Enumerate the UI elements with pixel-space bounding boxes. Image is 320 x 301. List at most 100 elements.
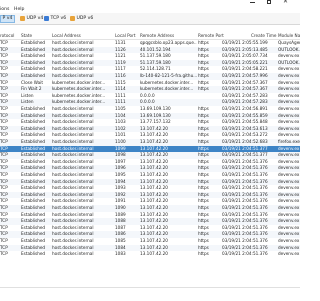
table-row[interactable]: TCP Listen kubernetes.docker.inter... 1111 0… — [0, 93, 300, 100]
table-row[interactable]: TCP Established host.docker.internal 1093 13… — [0, 185, 300, 192]
table-row[interactable]: TCP Established host.docker.internal 1131 qp… — [0, 40, 300, 47]
cell-protocol: TCP — [0, 178, 8, 184]
cell-remote-port: https — [198, 244, 209, 250]
cell-state: Established — [21, 165, 46, 171]
table-row[interactable]: TCP Established host.docker.internal 1102 13… — [0, 125, 300, 133]
table-row[interactable]: TCP Established host.docker.internal 1086 13… — [0, 231, 300, 238]
cell-remote-address: kubernetes.docker.inter... — [140, 79, 194, 85]
table-row[interactable]: TCP Established host.docker.internal 1098 13… — [0, 152, 300, 159]
cell-remote-address: 51.137.59.180 — [140, 53, 171, 59]
tcp4-filter-button[interactable]: P v4 — [0, 14, 15, 23]
table-row[interactable]: TCP Established host.docker.internal 1083 13… — [0, 251, 300, 258]
cell-local-port: 1096 — [115, 165, 126, 171]
cell-local-port: 1126 — [115, 46, 126, 52]
table-row[interactable]: TCP Established host.docker.internal 1084 13… — [0, 244, 300, 252]
cell-state: Fin Wait 2 — [21, 86, 42, 92]
cell-remote-address: 13.107.42.20 — [140, 238, 168, 243]
table-row[interactable]: TCP Established host.docker.internal 1100 13… — [0, 139, 300, 146]
cell-state: Established — [21, 198, 46, 204]
cell-remote-port: https — [198, 119, 209, 125]
table-row[interactable]: TCP Established host.docker.internal 1095 13… — [0, 172, 300, 179]
cell-remote-port: https — [198, 132, 209, 138]
table-row[interactable]: TCP Established host.docker.internal 1105 13… — [0, 106, 300, 113]
cell-state: Established — [21, 244, 46, 250]
cell-remote-port: https — [198, 191, 209, 197]
column-header-remote-address[interactable]: Remote Address — [140, 33, 174, 39]
udp6-filter-button[interactable]: UDP v6 — [70, 15, 93, 23]
table-row[interactable]: TCP Close Wait kubernetes.docker.inter... 1… — [0, 80, 300, 87]
cell-create-time: 03/19/21 2:05:13.485 — [222, 46, 268, 52]
tcp6-filter-button[interactable]: TCP v6 — [44, 15, 66, 23]
table-row[interactable]: TCP Established host.docker.internal 1119 51… — [0, 59, 300, 67]
cell-state: Established — [21, 158, 46, 164]
table-row[interactable]: TCP Established host.docker.internal 1087 13… — [0, 225, 300, 232]
cell-protocol: TCP — [0, 59, 8, 65]
table-row[interactable]: TCP Established host.docker.internal 1090 13… — [0, 205, 300, 212]
cell-remote-port: https — [198, 198, 209, 204]
cell-create-time: 03/19/21 2:04:55.848 — [222, 119, 268, 125]
column-header-create-time[interactable]: Create Time — [251, 33, 277, 39]
cell-local-address: host.docker.internal — [52, 40, 94, 45]
cell-local-port: 1097 — [115, 158, 126, 164]
maximize-button[interactable] — [267, 0, 271, 4]
cell-protocol: TCP — [0, 218, 8, 224]
table-row[interactable]: TCP Established host.docker.internal 1121 51… — [0, 53, 300, 60]
cell-protocol: TCP — [0, 244, 8, 250]
column-header-state[interactable]: State — [21, 33, 32, 39]
menu-bar: ions Help — [0, 6, 300, 13]
column-header-local-port[interactable]: Local Port — [115, 33, 136, 39]
column-header-local-address[interactable]: Local Address — [52, 33, 81, 39]
cell-state: Established — [21, 132, 46, 138]
cell-local-address: host.docker.internal — [52, 231, 94, 237]
menu-options[interactable]: ions — [0, 6, 9, 13]
table-row[interactable]: TCP Established host.docker.internal 1085 13… — [0, 238, 300, 245]
cell-local-port: 1091 — [115, 198, 126, 204]
column-header-module-name[interactable]: Module Na — [278, 33, 300, 39]
cell-local-address: host.docker.internal — [52, 172, 94, 177]
table-row[interactable]: TCP Established host.docker.internal 1089 13… — [0, 212, 300, 219]
table-row[interactable]: TCP Established host.docker.internal 1096 13… — [0, 165, 300, 172]
cell-remote-port: https — [198, 46, 209, 52]
table-row[interactable]: TCP Established host.docker.internal 1092 13… — [0, 191, 300, 199]
table-row[interactable]: TCP Established host.docker.internal 1101 13… — [0, 132, 300, 139]
cell-module-name: devenv.ex — [278, 198, 300, 204]
cell-remote-address: 13.107.42.20 — [140, 231, 168, 237]
cell-remote-port: https — [198, 205, 209, 210]
cell-create-time: 03/19/21 2:04:51.376 — [222, 158, 268, 164]
cell-remote-address: 13.107.42.20 — [140, 165, 168, 171]
table-row[interactable]: TCP Established host.docker.internal 1088 13… — [0, 218, 300, 225]
table-row[interactable]: TCP Established host.docker.internal 1116 lb… — [0, 73, 300, 80]
cell-local-address: host.docker.internal — [52, 238, 94, 243]
table-row[interactable]: TCP Established host.docker.internal 1126 40… — [0, 46, 300, 54]
table-row[interactable]: TCP Established host.docker.internal 1099 13… — [0, 145, 300, 153]
cell-protocol: TCP — [0, 198, 8, 204]
table-row[interactable]: TCP Established host.docker.internal 1117 52… — [0, 66, 300, 73]
table-row[interactable]: TCP Established host.docker.internal 1094 13… — [0, 178, 300, 186]
cell-create-time: 03/19/21 2:04:51.376 — [222, 191, 268, 197]
close-button[interactable]: ✕ — [283, 0, 288, 5]
table-row[interactable]: TCP Fin Wait 2 kubernetes.docker.inter... 1… — [0, 86, 300, 93]
table-row[interactable]: TCP Established host.docker.internal 1104 13… — [0, 112, 300, 120]
cell-local-port: 1116 — [115, 73, 126, 78]
column-header-remote-port[interactable]: Remote Port — [198, 33, 224, 39]
cell-local-address: host.docker.internal — [52, 66, 94, 72]
cell-remote-port: https — [198, 211, 209, 217]
cell-local-port: 1111 — [115, 99, 126, 105]
cell-remote-address: 13.107.42.20 — [140, 178, 168, 184]
table-row[interactable]: TCP Established host.docker.internal 1103 13… — [0, 119, 300, 126]
tcp4-label: P v4 — [2, 16, 13, 21]
cell-protocol: TCP — [0, 231, 8, 237]
minimize-button[interactable] — [250, 2, 255, 3]
udp4-filter-button[interactable]: UDP v4 — [20, 15, 43, 23]
table-row[interactable]: TCP Established host.docker.internal 1091 13… — [0, 198, 300, 205]
table-row[interactable]: TCP Listen kubernetes.docker.inter... 1111 0… — [0, 99, 300, 106]
tcp-icon — [44, 16, 49, 21]
cell-remote-address: 13.69.109.130 — [140, 112, 171, 118]
menu-help[interactable]: Help — [14, 6, 24, 13]
column-header-protocol[interactable]: rotocol — [0, 33, 14, 39]
toolbar: P v4 UDP v4 TCP v6 UDP v6 — [0, 13, 300, 25]
cell-local-port: 1099 — [115, 145, 126, 151]
table-row[interactable]: TCP Established host.docker.internal 1097 13… — [0, 159, 300, 166]
cell-create-time: 03/19/21 2:04:57.283 — [222, 92, 268, 98]
cell-protocol: TCP — [0, 158, 8, 164]
